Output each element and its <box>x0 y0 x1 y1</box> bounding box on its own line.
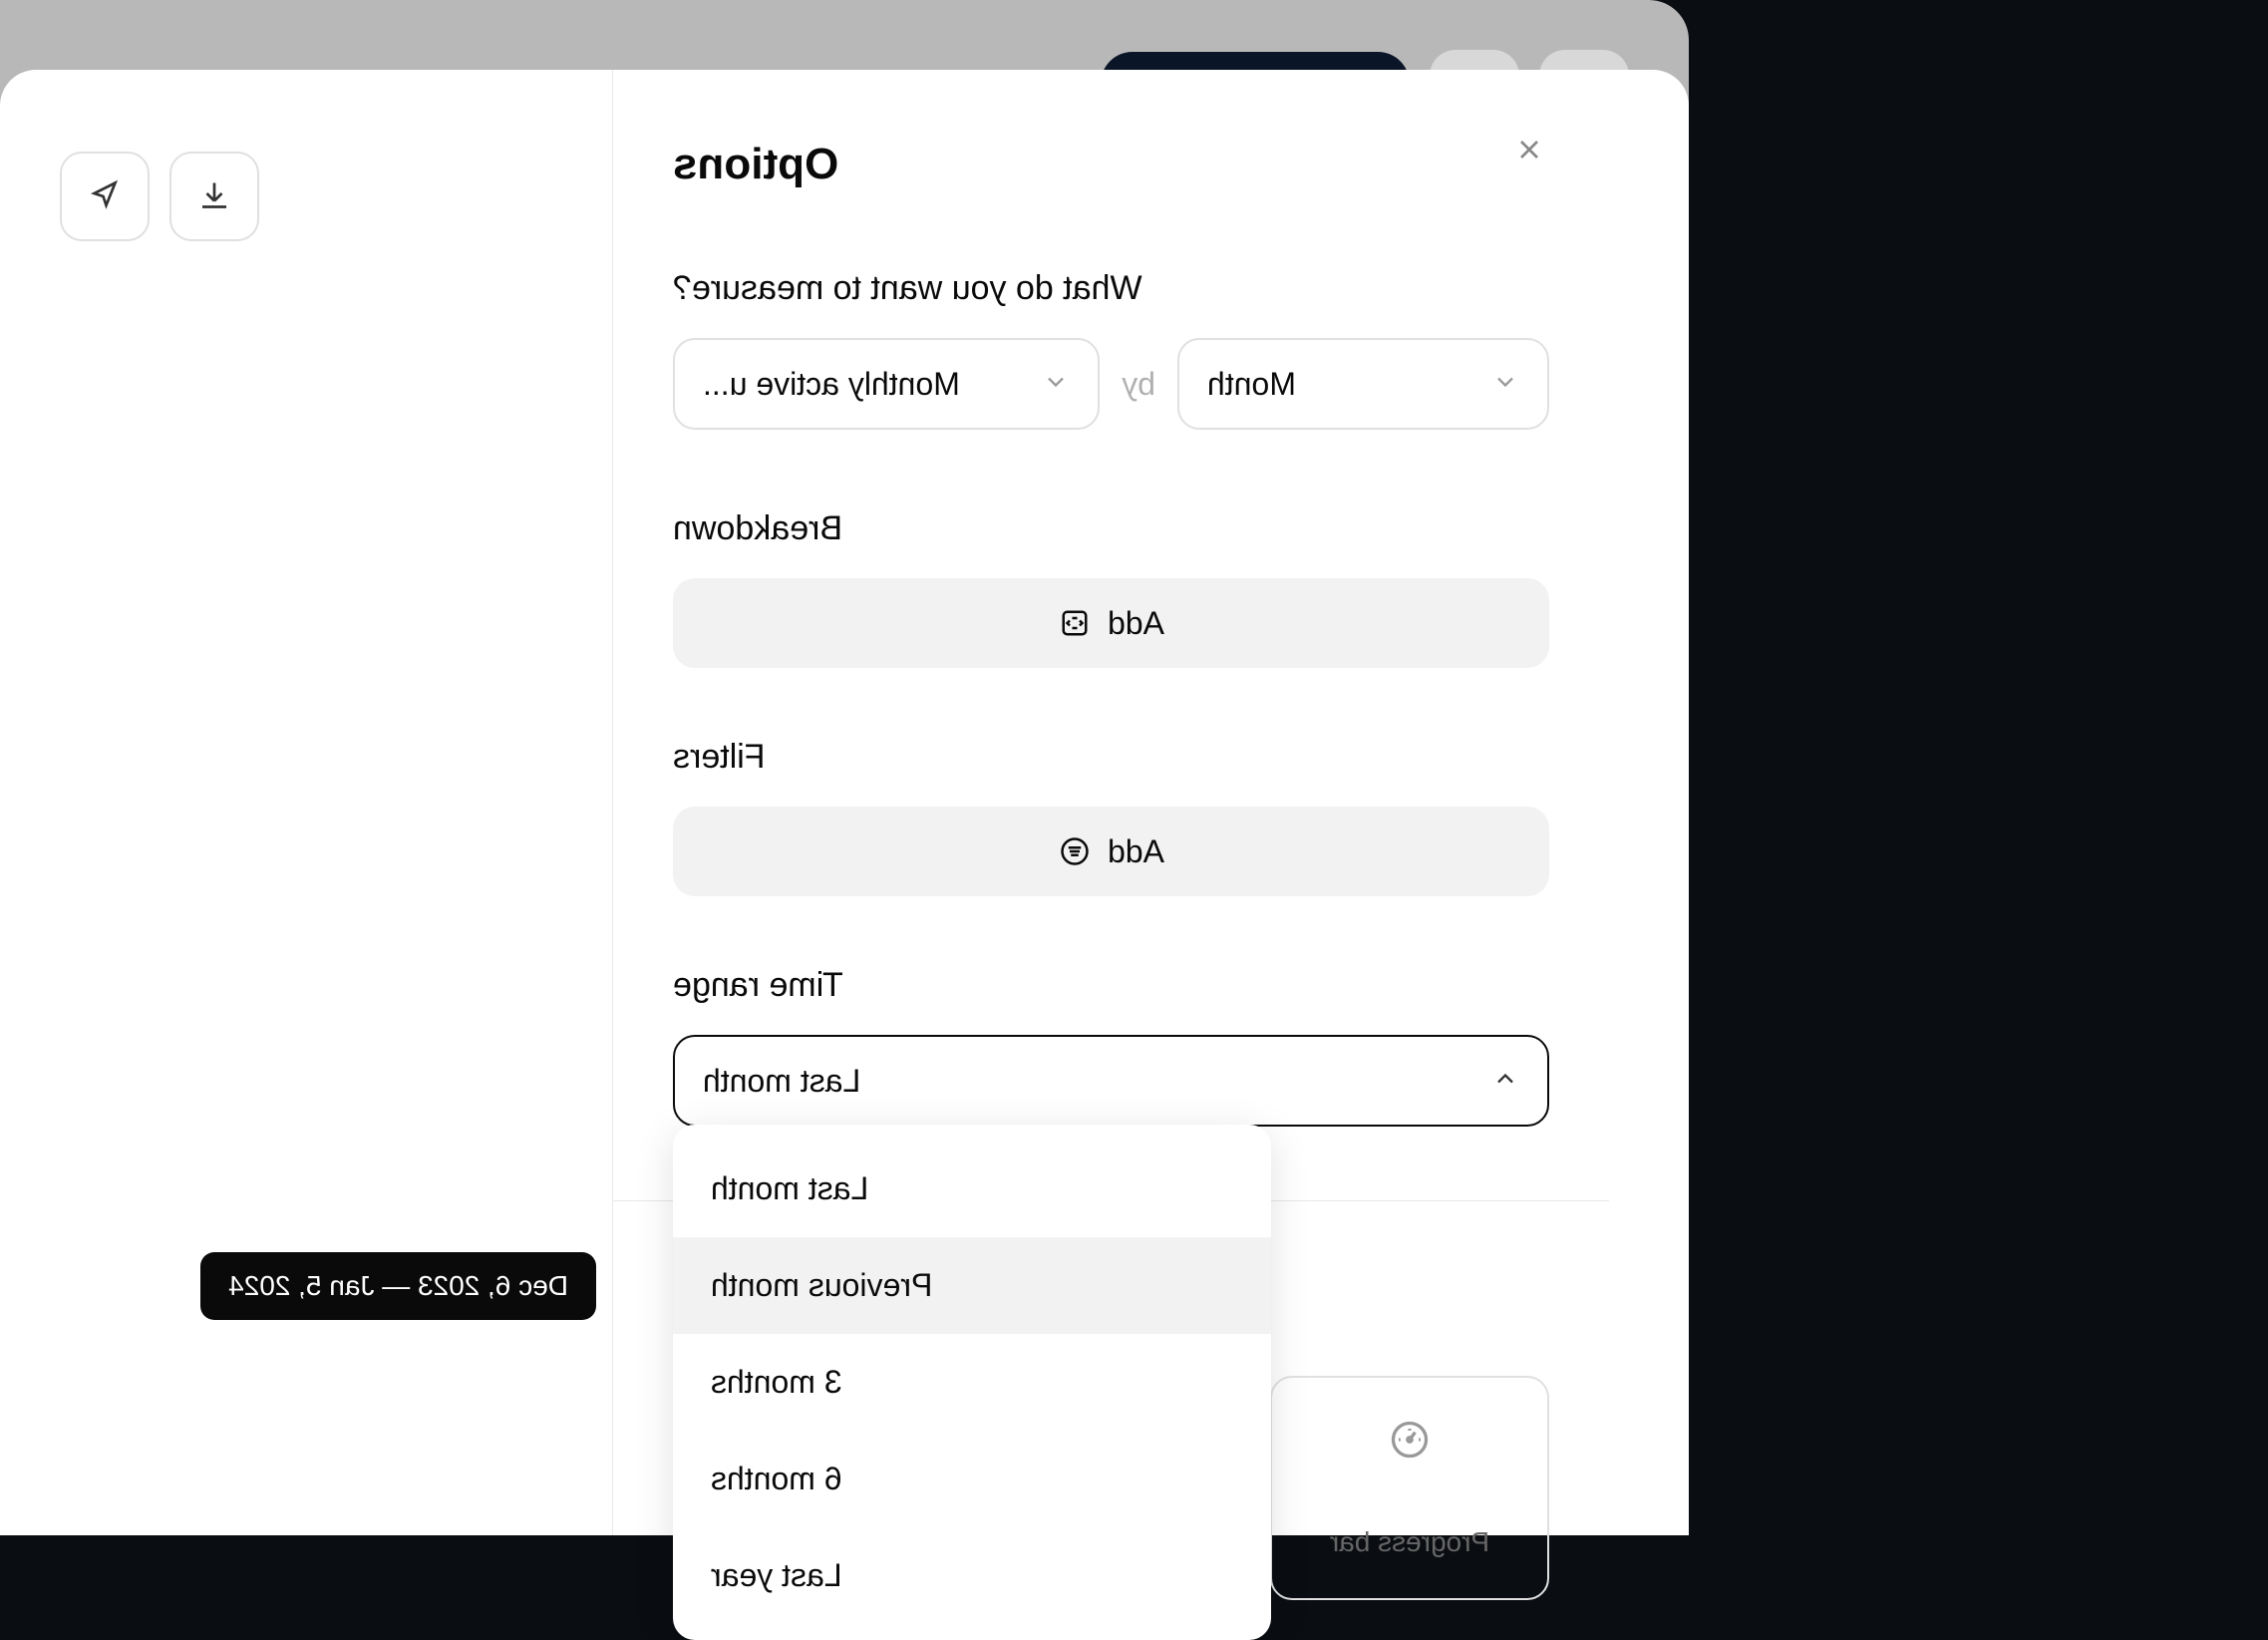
measure-question: What do you want to measure? <box>673 269 1549 308</box>
chevron-down-icon <box>1491 368 1519 401</box>
add-filter-text: Add <box>1108 833 1164 870</box>
filters-label: Filters <box>673 738 1549 777</box>
add-breakdown-text: Add <box>1108 605 1164 642</box>
dropdown-option-last-month[interactable]: Last month <box>673 1141 1271 1237</box>
swap-icon <box>1058 606 1092 640</box>
dropdown-option-previous-month[interactable]: Previous month <box>673 1237 1271 1334</box>
action-icons <box>60 152 259 241</box>
chevron-down-icon <box>1042 368 1070 401</box>
dropdown-option-last-year[interactable]: Last year <box>673 1527 1271 1624</box>
add-breakdown-button[interactable]: Add <box>673 578 1549 668</box>
measure-row: Month by Monthly active u... <box>673 338 1549 430</box>
close-button[interactable] <box>1505 126 1553 173</box>
by-label: by <box>1122 366 1155 403</box>
main-content: Options What do you want to measure? Mon… <box>0 70 1689 1535</box>
add-filter-button[interactable]: Add <box>673 807 1549 896</box>
background-window: Options What do you want to measure? Mon… <box>0 0 1689 1535</box>
cursor-button[interactable] <box>60 152 150 241</box>
chevron-up-icon <box>1491 1065 1519 1098</box>
date-range-tooltip: Dec 6, 2023 — Jan 5, 2024 <box>200 1252 596 1320</box>
gauge-icon <box>1388 1418 1432 1467</box>
panel-title: Options <box>673 140 1549 189</box>
dropdown-option-6-months[interactable]: 6 months <box>673 1431 1271 1527</box>
progress-bar-label: Progress bar <box>1330 1526 1489 1558</box>
metric-select[interactable]: Monthly active u... <box>673 338 1100 430</box>
options-panel: Options What do you want to measure? Mon… <box>612 70 1609 1535</box>
interval-label: Month <box>1207 366 1491 403</box>
interval-select[interactable]: Month <box>1177 338 1549 430</box>
cursor-icon <box>87 178 123 214</box>
panel-content: Options What do you want to measure? Mon… <box>613 70 1609 1127</box>
time-range-label: Time range <box>673 966 1549 1005</box>
breakdown-label: Breakdown <box>673 509 1549 548</box>
time-range-select[interactable]: Last month <box>673 1035 1549 1127</box>
download-icon <box>196 178 232 214</box>
download-button[interactable] <box>169 152 259 241</box>
filter-list-icon <box>1058 834 1092 868</box>
metric-label: Monthly active u... <box>703 366 1042 403</box>
time-range-value: Last month <box>703 1063 1491 1100</box>
progress-bar-card[interactable]: Progress bar <box>1270 1376 1549 1600</box>
close-icon <box>1513 134 1545 165</box>
dropdown-option-3-months[interactable]: 3 months <box>673 1334 1271 1431</box>
time-range-dropdown: Last month Previous month 3 months 6 mon… <box>673 1125 1271 1640</box>
